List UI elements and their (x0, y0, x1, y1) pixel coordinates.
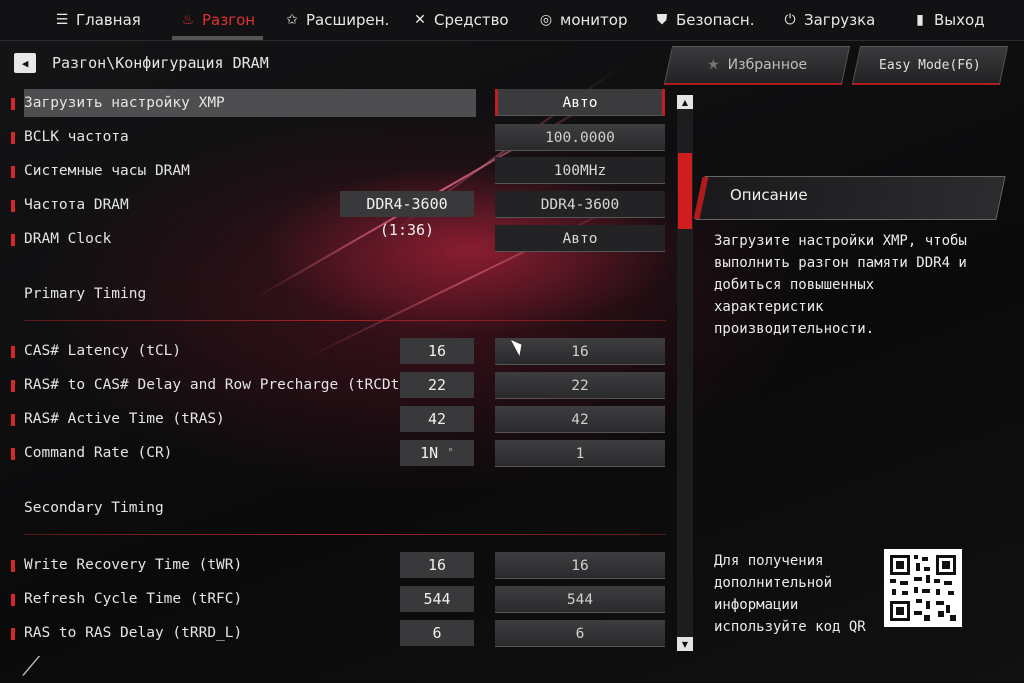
setting-label: Частота DRAM (24, 197, 129, 213)
row-marker (11, 346, 15, 358)
current-value: 16 (400, 552, 474, 578)
setting-label: BCLK частота (24, 129, 129, 145)
current-value: 16 (400, 338, 474, 364)
setting-row-bclk[interactable]: BCLK частота 100.0000 (0, 123, 670, 151)
brand-logo-icon: ⟋ (22, 652, 41, 682)
easy-mode-button[interactable]: Easy Mode(F6) (851, 46, 1009, 85)
row-marker (11, 560, 15, 572)
tab-security[interactable]: ⛊ Безопасн. (654, 0, 755, 40)
breadcrumb-path: Разгон\Конфигурация DRAM (52, 54, 269, 72)
star-icon: ★ (707, 57, 720, 73)
row-marker (11, 166, 15, 178)
setting-value-input[interactable]: 22 (495, 372, 665, 399)
scrollbar[interactable]: ▲ ▼ (677, 95, 693, 651)
arrow-down-icon: ▼ (681, 639, 689, 649)
tab-hw-monitor[interactable]: ◎ монитор (538, 0, 628, 40)
description-text: Загрузите настройки XMP, чтобы выполнить… (714, 233, 967, 337)
setting-value-dropdown[interactable]: Авто (495, 89, 665, 116)
setting-value-input[interactable]: 1 (495, 440, 665, 467)
arrow-up-icon: ▲ (681, 97, 689, 107)
qr-info-text: Для получения дополнительной информации … (714, 553, 866, 635)
setting-value-input[interactable]: 100.0000 (495, 124, 665, 151)
arrow-left-icon: ◀ (21, 56, 29, 70)
setting-label: RAS# Active Time (tRAS) (24, 411, 225, 427)
setting-value-input[interactable]: 544 (495, 586, 665, 613)
setting-label: Загрузить настройку XMP (24, 95, 225, 111)
row-marker (11, 628, 15, 640)
setting-row-trrd-l[interactable]: RAS to RAS Delay (tRRD_L) 6 6 (0, 619, 670, 647)
current-value: 1N ° (400, 440, 474, 466)
power-icon: ⏻ (784, 12, 796, 28)
section-title-secondary: Secondary Timing (24, 500, 164, 516)
row-marker (11, 448, 15, 460)
setting-row-command-rate[interactable]: Command Rate (CR) 1N ° 1 (0, 439, 670, 467)
setting-label: Command Rate (CR) (24, 445, 173, 461)
qr-code-icon (884, 549, 962, 627)
row-marker (11, 380, 15, 392)
section-divider (24, 534, 666, 535)
tab-advanced[interactable]: ✩ Расширен. (284, 0, 389, 40)
setting-row-dram-clock[interactable]: DRAM Clock Авто (0, 225, 670, 253)
setting-label: CAS# Latency (tCL) (24, 343, 182, 359)
flame-icon: ♨ (181, 12, 195, 28)
shield-icon: ⛊ (656, 12, 668, 28)
list-icon: ☰ (55, 12, 69, 28)
setting-value-dropdown[interactable]: Авто (495, 225, 665, 252)
breadcrumb: ◀ Разгон\Конфигурация DRAM (14, 52, 269, 74)
setting-row-trfc[interactable]: Refresh Cycle Time (tRFC) 544 544 (0, 585, 670, 613)
setting-row-tras[interactable]: RAS# Active Time (tRAS) 42 42 (0, 405, 670, 433)
setting-value-input[interactable]: 42 (495, 406, 665, 433)
row-marker (11, 414, 15, 426)
setting-label: Системные часы DRAM (24, 163, 190, 179)
top-nav-bar: ☰ Главная ♨ Разгон ✩ Расширен. ✕ Средств… (0, 0, 1024, 41)
setting-label: RAS# to CAS# Delay and Row Precharge (tR… (24, 377, 426, 393)
section-title-primary: Primary Timing (24, 286, 147, 302)
tab-main[interactable]: ☰ Главная (54, 0, 141, 40)
current-value: 6 (400, 620, 474, 646)
favorites-button[interactable]: ★ Избранное (663, 46, 851, 85)
current-value-text: 1N (420, 444, 439, 462)
current-value: DDR4-3600 (1:36) (340, 191, 474, 239)
gauge-icon: ◎ (539, 12, 553, 28)
scroll-up-button[interactable]: ▲ (677, 95, 693, 109)
back-button[interactable]: ◀ (14, 53, 36, 73)
tab-oc-tweaker[interactable]: ♨ Разгон (171, 0, 264, 40)
row-marker (11, 594, 15, 606)
tools-icon: ✕ (414, 12, 426, 28)
setting-value-input[interactable]: 16 (495, 552, 665, 579)
setting-row-dram-ref-clock[interactable]: Системные часы DRAM 100MHz (0, 157, 670, 185)
description-title: Описание (730, 186, 808, 204)
setting-row-load-xmp[interactable]: Загрузить настройку XMP Авто (0, 89, 670, 117)
setting-label: DRAM Clock (24, 231, 112, 247)
section-divider (24, 320, 666, 321)
current-value: 544 (400, 586, 474, 612)
row-marker (11, 98, 15, 110)
scrollbar-thumb[interactable] (678, 153, 692, 229)
setting-row-dram-frequency[interactable]: Частота DRAM DDR4-3600 (1:36) DDR4-3600 (0, 191, 670, 239)
row-marker (11, 234, 15, 246)
qr-code-graphic (884, 549, 962, 627)
current-value: 42 (400, 406, 474, 432)
setting-value-dropdown[interactable]: 100MHz (495, 157, 665, 184)
setting-row-trcdtrp[interactable]: RAS# to CAS# Delay and Row Precharge (tR… (0, 371, 670, 399)
tab-tools[interactable]: ✕ Средство (412, 0, 508, 40)
setting-label: Refresh Cycle Time (tRFC) (24, 591, 243, 607)
degree-icon: ° (447, 446, 454, 459)
setting-label: RAS to RAS Delay (tRRD_L) (24, 625, 243, 641)
tab-exit[interactable]: ▮ Выход (912, 0, 984, 40)
setting-row-twr[interactable]: Write Recovery Time (tWR) 16 16 (0, 551, 670, 579)
star-icon: ✩ (286, 12, 298, 28)
setting-value-dropdown[interactable]: DDR4-3600 (495, 191, 665, 218)
scroll-down-button[interactable]: ▼ (677, 637, 693, 651)
current-value: 22 (400, 372, 474, 398)
tab-boot[interactable]: ⏻ Загрузка (782, 0, 875, 40)
exit-icon: ▮ (916, 12, 924, 28)
setting-value-input[interactable]: 6 (495, 620, 665, 647)
setting-row-tcl[interactable]: CAS# Latency (tCL) 16 16 (0, 337, 670, 365)
setting-label: Write Recovery Time (tWR) (24, 557, 243, 573)
row-marker (11, 132, 15, 144)
row-marker (11, 200, 15, 212)
